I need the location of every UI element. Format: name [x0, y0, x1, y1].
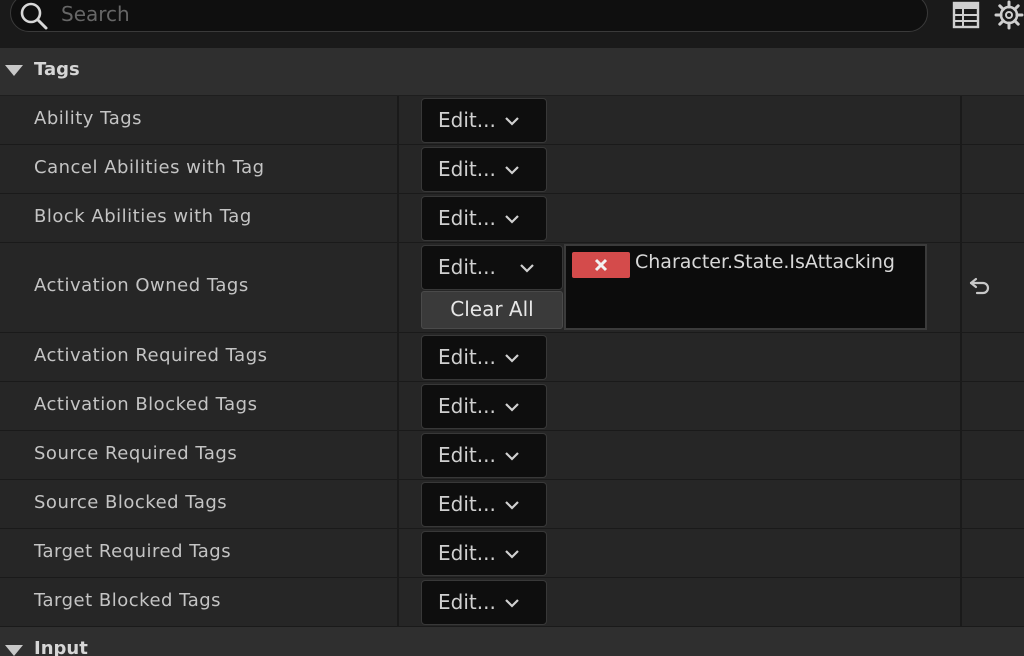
column-divider[interactable]: [397, 529, 399, 577]
column-divider: [960, 529, 962, 577]
search-input[interactable]: [61, 0, 901, 29]
edit-tags-button[interactable]: Edit...: [421, 384, 547, 429]
property-row-ability-tags: Ability Tags Edit...: [0, 96, 1024, 145]
chevron-down-icon: [505, 501, 519, 510]
property-label: Activation Blocked Tags: [34, 394, 258, 415]
remove-tag-button[interactable]: [572, 252, 630, 278]
property-label: Block Abilities with Tag: [34, 206, 252, 227]
section-title: Input: [34, 638, 88, 656]
chevron-down-icon: [505, 117, 519, 126]
expand-arrow-icon[interactable]: [5, 645, 23, 656]
property-label: Target Required Tags: [34, 541, 232, 562]
edit-button-label: Edit...: [438, 443, 496, 467]
chevron-down-icon: [505, 550, 519, 559]
column-divider[interactable]: [397, 382, 399, 430]
property-row-target-required-tags: Target Required Tags Edit...: [0, 529, 1024, 578]
chevron-down-icon: [505, 215, 519, 224]
property-row-source-required-tags: Source Required Tags Edit...: [0, 431, 1024, 480]
property-label: Activation Required Tags: [34, 345, 268, 366]
chevron-down-icon: [505, 166, 519, 175]
toolbar: [0, 0, 1024, 48]
column-divider: [960, 194, 962, 242]
column-divider: [960, 382, 962, 430]
property-label: Activation Owned Tags: [34, 275, 249, 296]
edit-tags-button[interactable]: Edit...: [421, 147, 547, 192]
column-divider: [960, 243, 962, 332]
edit-tags-button[interactable]: Edit...: [421, 580, 547, 625]
property-row-target-blocked-tags: Target Blocked Tags Edit...: [0, 578, 1024, 627]
table-view-icon[interactable]: [951, 0, 981, 30]
search-box[interactable]: [10, 0, 928, 32]
column-divider: [960, 480, 962, 528]
property-row-activation-required-tags: Activation Required Tags Edit...: [0, 333, 1024, 382]
close-icon: [594, 258, 608, 272]
reset-to-default-icon[interactable]: [968, 273, 992, 297]
tag-label: Character.State.IsAttacking: [635, 251, 895, 273]
edit-tags-button[interactable]: Edit...: [421, 196, 547, 241]
property-label: Source Blocked Tags: [34, 492, 228, 513]
edit-tags-button[interactable]: Edit...: [421, 531, 547, 576]
column-divider[interactable]: [397, 333, 399, 381]
settings-gear-icon[interactable]: [994, 0, 1024, 30]
property-label: Cancel Abilities with Tag: [34, 157, 265, 178]
edit-button-label: Edit...: [438, 255, 496, 279]
edit-button-label: Edit...: [438, 108, 496, 132]
chevron-down-icon: [505, 599, 519, 608]
column-divider[interactable]: [397, 96, 399, 144]
column-divider: [960, 96, 962, 144]
edit-tags-button[interactable]: Edit...: [421, 433, 547, 478]
details-panel: Tags Ability Tags Edit... Cancel Abiliti…: [0, 0, 1024, 656]
property-label: Ability Tags: [34, 108, 143, 129]
edit-button-label: Edit...: [438, 590, 496, 614]
edit-button-label: Edit...: [438, 206, 496, 230]
chevron-down-icon: [505, 354, 519, 363]
property-label: Source Required Tags: [34, 443, 238, 464]
clear-all-label: Clear All: [450, 297, 534, 321]
property-row-activation-owned-tags: Activation Owned Tags Edit... Clear All …: [0, 243, 1024, 333]
search-icon: [20, 2, 48, 30]
property-row-source-blocked-tags: Source Blocked Tags Edit...: [0, 480, 1024, 529]
column-divider[interactable]: [397, 431, 399, 479]
column-divider: [960, 431, 962, 479]
column-divider[interactable]: [397, 194, 399, 242]
column-divider: [960, 145, 962, 193]
column-divider[interactable]: [397, 578, 399, 626]
column-divider: [960, 333, 962, 381]
section-header-input[interactable]: Input: [0, 627, 1024, 656]
edit-button-label: Edit...: [438, 492, 496, 516]
property-row-cancel-abilities-with-tag: Cancel Abilities with Tag Edit...: [0, 145, 1024, 194]
edit-button-label: Edit...: [438, 157, 496, 181]
chevron-down-icon: [520, 264, 534, 273]
column-divider[interactable]: [397, 480, 399, 528]
edit-button-label: Edit...: [438, 345, 496, 369]
edit-tags-button[interactable]: Edit...: [421, 482, 547, 527]
property-label: Target Blocked Tags: [34, 590, 222, 611]
expand-arrow-icon[interactable]: [5, 65, 23, 76]
property-row-activation-blocked-tags: Activation Blocked Tags Edit...: [0, 382, 1024, 431]
edit-button-label: Edit...: [438, 541, 496, 565]
edit-tags-button[interactable]: Edit...: [421, 98, 547, 143]
chevron-down-icon: [505, 403, 519, 412]
chevron-down-icon: [505, 452, 519, 461]
column-divider: [960, 578, 962, 626]
edit-tags-button[interactable]: Edit...: [421, 335, 547, 380]
property-row-block-abilities-with-tag: Block Abilities with Tag Edit...: [0, 194, 1024, 243]
column-divider[interactable]: [397, 145, 399, 193]
clear-all-button[interactable]: Clear All: [421, 291, 563, 329]
edit-button-label: Edit...: [438, 394, 496, 418]
tag-container: Character.State.IsAttacking: [564, 244, 927, 330]
column-divider[interactable]: [397, 243, 399, 332]
edit-tags-button[interactable]: Edit...: [421, 245, 563, 290]
section-header-tags[interactable]: Tags: [0, 48, 1024, 96]
section-title: Tags: [34, 59, 80, 80]
